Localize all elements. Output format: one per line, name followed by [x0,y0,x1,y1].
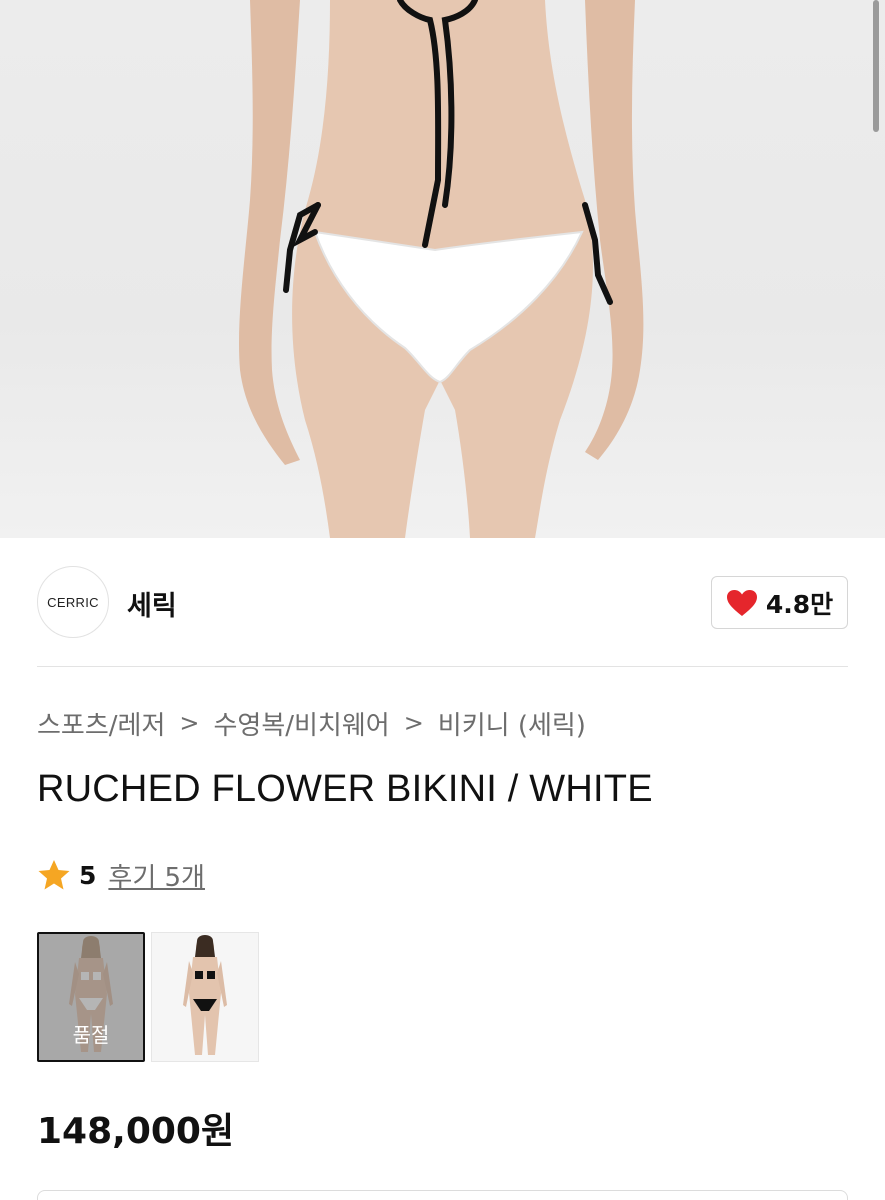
product-price: 148,000원 [37,1111,235,1152]
chevron-right-icon: > [403,709,424,737]
model-photo [152,933,258,1061]
soldout-badge: 품절 [72,1023,110,1047]
product-main-image[interactable] [0,0,885,538]
like-count: 4.8만 [765,589,834,619]
divider [37,666,848,667]
breadcrumb: 스포츠/레저 > 수영복/비치웨어 > 비키니 (세릭) [37,705,586,741]
review-link[interactable]: 후기 5개 [108,857,205,894]
rating-row: 5 후기 5개 [37,855,205,895]
like-button[interactable]: 4.8만 [711,576,848,629]
thumbnail-white[interactable]: 품절 [37,932,145,1062]
model-photo [239,0,644,538]
brand-row: CERRIC 세릭 4.8만 [37,566,848,638]
product-title: RUCHED FLOWER BIKINI / WHITE [37,768,653,810]
scrollbar[interactable] [873,0,879,132]
option-select-box[interactable] [37,1190,848,1200]
brand-logo[interactable]: CERRIC [37,566,109,638]
breadcrumb-item-bikini[interactable]: 비키니 (세릭) [438,705,586,742]
breadcrumb-item-sports[interactable]: 스포츠/레저 [37,705,165,742]
thumbnail-black[interactable] [151,932,259,1062]
star-icon [38,860,70,890]
breadcrumb-item-swimwear[interactable]: 수영복/비치웨어 [213,705,389,742]
chevron-right-icon: > [179,709,200,737]
heart-icon [726,589,757,616]
brand-name[interactable]: 세릭 [127,584,177,623]
rating-score: 5 [79,860,97,890]
